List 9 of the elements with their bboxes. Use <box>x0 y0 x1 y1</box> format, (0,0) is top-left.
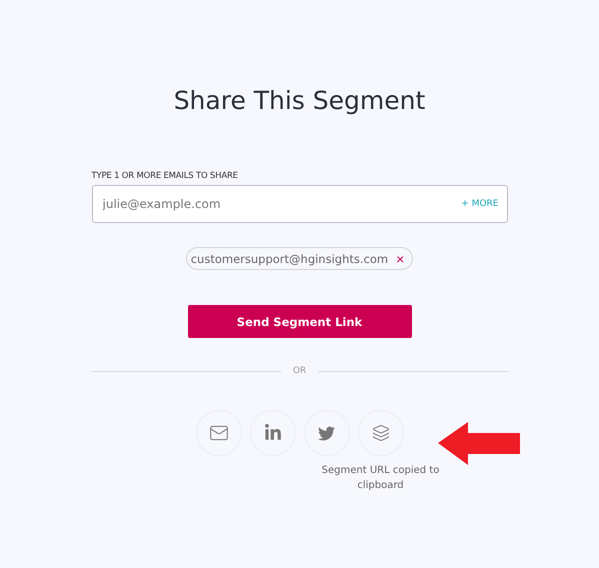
remove-button[interactable]: × <box>396 252 404 266</box>
divider-text: OR <box>292 366 308 376</box>
email-field-label: TYPE 1 OR MORE EMAILS TO SHARE <box>92 171 239 181</box>
more-button[interactable]: + MORE <box>461 199 498 209</box>
email-input-field[interactable]: julie@example.com + MORE <box>92 185 508 223</box>
copied-message: Segment URL copied to clipboard <box>320 464 440 493</box>
recipient-email: customersupport@hginsights.com <box>190 252 388 266</box>
page-title: Share This Segment <box>174 86 426 115</box>
send-button[interactable]: Send Segment Link <box>188 305 412 338</box>
